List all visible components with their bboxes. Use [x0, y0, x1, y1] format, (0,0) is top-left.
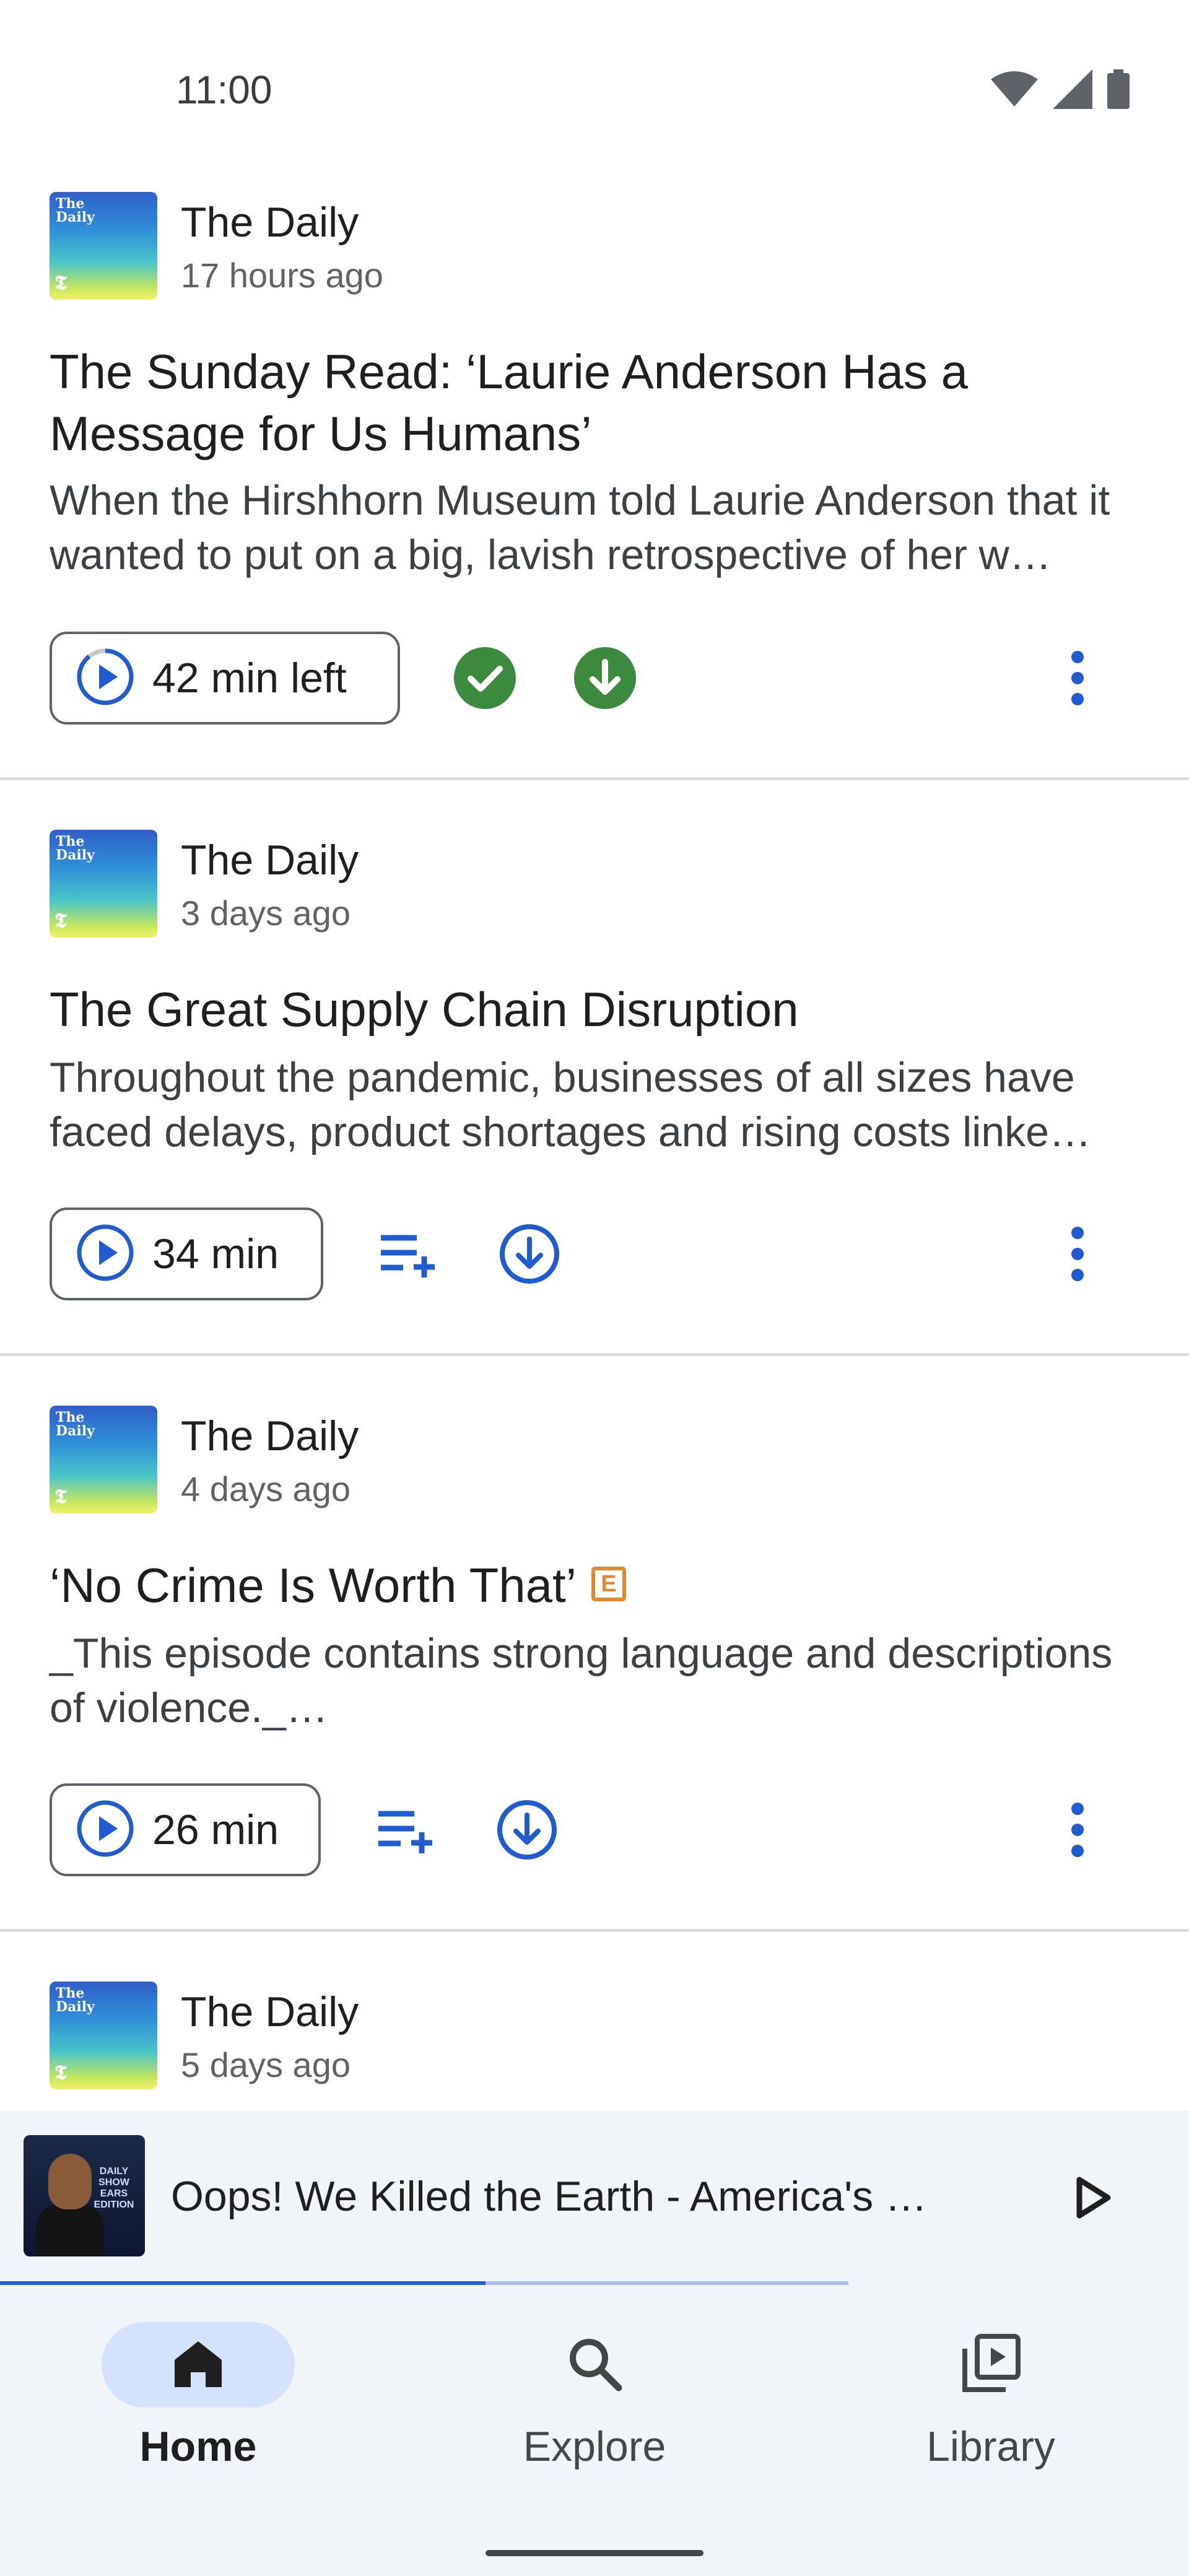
podcast-artwork[interactable]: The Daily 𝕿	[50, 830, 157, 938]
episode-title[interactable]: The Sunday Read: ‘Laurie Anderson Has a …	[50, 341, 1139, 464]
now-playing-artwork[interactable]: DAILY SHOW EARS EDITION	[24, 2135, 145, 2256]
nyt-logo-icon: 𝕿	[54, 1484, 67, 1508]
added-to-queue-icon[interactable]	[451, 644, 519, 712]
bottom-navigation: Home Explore Library	[0, 2285, 1189, 2576]
play-circle-icon	[74, 1798, 136, 1863]
episode-card[interactable]: The Daily 𝕿 The Daily 17 hours ago The Su…	[0, 186, 1189, 780]
downloaded-icon[interactable]	[571, 644, 639, 712]
play-episode-button[interactable]: 42 min left	[50, 632, 400, 724]
play-progress-icon	[74, 646, 136, 711]
nyt-logo-icon: 𝕿	[54, 2060, 67, 2084]
nav-label-library: Library	[926, 2423, 1055, 2470]
home-icon	[172, 2338, 224, 2393]
play-circle-icon	[74, 1222, 136, 1287]
play-time-label: 26 min	[152, 1806, 279, 1853]
episode-title-row[interactable]: ‘No Crime Is Worth That’ E	[50, 1554, 1139, 1616]
episode-card[interactable]: The Daily 𝕿 The Daily 3 days ago The Grea…	[0, 780, 1189, 1356]
play-button[interactable]	[1059, 2164, 1127, 2232]
nyt-logo-icon: 𝕿	[54, 908, 67, 932]
episode-title[interactable]: The Great Supply Chain Disruption	[50, 978, 1139, 1040]
play-time-label: 42 min left	[152, 655, 347, 702]
more-options-icon[interactable]	[1059, 1220, 1096, 1288]
podcast-name[interactable]: The Daily	[181, 1988, 359, 2036]
episode-date: 4 days ago	[181, 1469, 351, 1508]
episode-date: 5 days ago	[181, 2045, 351, 2084]
nav-label-home: Home	[139, 2423, 257, 2470]
add-to-queue-icon[interactable]	[373, 1796, 441, 1864]
podcast-artwork[interactable]: The Daily 𝕿	[50, 1406, 157, 1513]
podcast-artwork[interactable]: The Daily 𝕿	[50, 1982, 157, 2089]
episode-description[interactable]: _This episode contains strong language a…	[50, 1626, 1139, 1735]
episode-description[interactable]: When the Hirshhorn Museum told Laurie An…	[50, 473, 1139, 582]
add-to-queue-icon[interactable]	[375, 1220, 443, 1288]
podcast-name[interactable]: The Daily	[181, 836, 359, 884]
play-episode-button[interactable]: 26 min	[50, 1783, 321, 1876]
mini-player[interactable]: DAILY SHOW EARS EDITION Oops! We Killed …	[0, 2110, 1189, 2285]
play-time-label: 34 min	[152, 1230, 279, 1277]
nyt-logo-icon: 𝕿	[54, 271, 67, 294]
nav-label-explore: Explore	[523, 2423, 666, 2470]
search-icon	[567, 2336, 622, 2395]
nav-library[interactable]: Library	[793, 2322, 1189, 2471]
wifi-icon	[991, 71, 1038, 111]
nav-home[interactable]: Home	[0, 2322, 396, 2471]
episode-date: 3 days ago	[181, 894, 351, 933]
play-episode-button[interactable]: 34 min	[50, 1208, 323, 1300]
cell-signal-icon	[1053, 69, 1092, 112]
status-icons	[991, 69, 1130, 112]
download-icon[interactable]	[493, 1796, 561, 1864]
episode-title: ‘No Crime Is Worth That’	[50, 1558, 577, 1612]
nav-explore[interactable]: Explore	[396, 2322, 793, 2471]
more-options-icon[interactable]	[1059, 1796, 1096, 1864]
explicit-badge: E	[591, 1567, 626, 1602]
podcast-name[interactable]: The Daily	[181, 1412, 359, 1460]
episode-description[interactable]: Throughout the pandemic, businesses of a…	[50, 1050, 1139, 1159]
artwork-text: DAILY SHOW EARS EDITION	[94, 2166, 134, 2210]
podcast-artwork[interactable]: The Daily 𝕿	[50, 192, 157, 300]
episode-date: 17 hours ago	[181, 256, 383, 295]
battery-icon	[1107, 69, 1130, 112]
episode-card[interactable]: The Daily 𝕿 The Daily 5 days ago	[0, 1932, 1189, 2110]
status-bar: 11:00	[0, 0, 1189, 186]
more-options-icon[interactable]	[1059, 644, 1096, 712]
status-time: 11:00	[176, 67, 272, 112]
library-icon	[960, 2333, 1022, 2398]
now-playing-title[interactable]: Oops! We Killed the Earth - America's …	[171, 2172, 927, 2221]
episode-card[interactable]: The Daily 𝕿 The Daily 4 days ago ‘No Crim…	[0, 1356, 1189, 1932]
download-icon[interactable]	[495, 1220, 564, 1288]
gesture-handle[interactable]	[486, 2550, 703, 2556]
podcast-name[interactable]: The Daily	[181, 198, 359, 246]
